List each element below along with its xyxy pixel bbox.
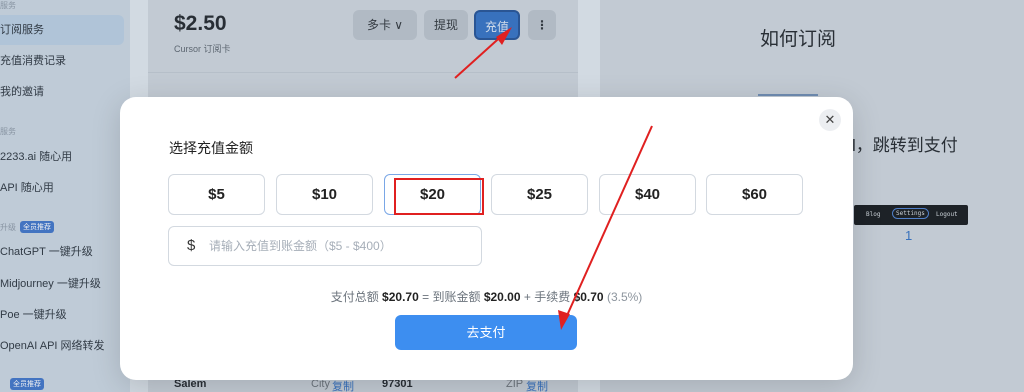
- annotation-arrows: [454, 27, 653, 330]
- arrow-to-pay: [564, 125, 653, 321]
- arrowhead-icon: [496, 27, 512, 45]
